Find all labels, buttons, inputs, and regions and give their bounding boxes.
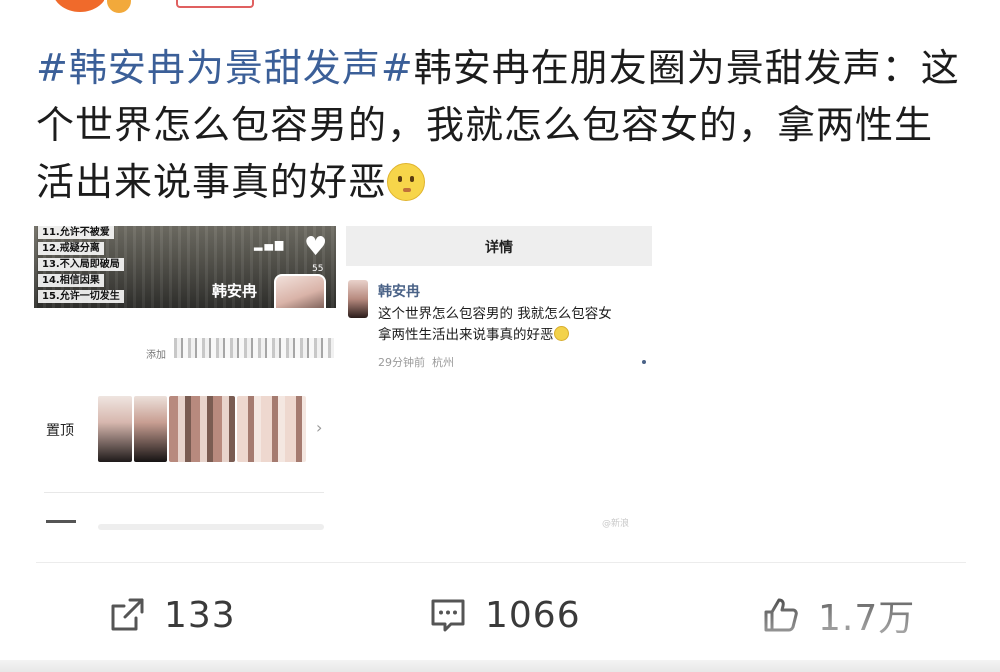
pinned-photos[interactable]: [98, 396, 307, 462]
moment-text: 这个世界怎么包容男的 我就怎么包容女 拿两性生活出来说事真的好恶: [378, 304, 652, 346]
rule-item: 11.允许不被爱: [38, 226, 114, 239]
avatar[interactable]: [52, 0, 108, 12]
moment-meta: 29分钟前 杭州: [378, 354, 454, 370]
rule-item: 13.不入局即破局: [38, 258, 124, 271]
more-icon[interactable]: [642, 360, 646, 364]
share-count: 133: [164, 594, 236, 636]
rule-item: 15.允许一切发生: [38, 290, 124, 303]
heart-icon[interactable]: ♥: [304, 234, 327, 260]
photo-thumbnail[interactable]: [133, 396, 168, 462]
cropped-row: [98, 524, 324, 530]
bottom-band: [0, 660, 1000, 672]
moment-location: 杭州: [432, 356, 454, 369]
video-cover: 11.允许不被爱 12.戒疑分离 13.不入局即破局 14.相信因果 15.允许…: [34, 226, 336, 308]
detail-header: 详情: [346, 226, 652, 266]
rules-list: 11.允许不被爱 12.戒疑分离 13.不入局即破局 14.相信因果 15.允许…: [38, 226, 124, 306]
post-text: #韩安冉为景甜发声#韩安冉在朋友圈为景甜发声：这个世界怎么包容男的，我就怎么包容…: [36, 40, 966, 211]
heart-count: 55: [312, 264, 324, 274]
photo-thumbnail[interactable]: [98, 396, 132, 462]
signal-wifi-icon: ▂▄▆: [254, 238, 286, 251]
divider: [36, 562, 966, 563]
watermark: @新浪: [602, 519, 630, 529]
verified-badge-icon: [104, 0, 134, 16]
pensive-face-emoji-icon: [387, 163, 426, 201]
post-meta-cropped: · · · · · · · ·: [268, 0, 402, 13]
profile-screenshot: 11.允许不被爱 12.戒疑分离 13.不入局即破局 14.相信因果 15.允许…: [34, 226, 336, 530]
comment-icon: [431, 599, 465, 632]
header-strip-cropped: · · · · · · · ·: [0, 0, 1000, 22]
poster-name[interactable]: 韩安冉: [378, 281, 420, 301]
comment-count: 1066: [485, 594, 581, 636]
chevron-right-icon[interactable]: ›: [316, 418, 322, 437]
add-friend-text: 添加: [146, 350, 166, 361]
avatar[interactable]: [348, 280, 368, 318]
share-button[interactable]: 133: [106, 590, 236, 640]
photo-grid-thumbnail[interactable]: [236, 396, 307, 462]
cropped-row-label: [46, 520, 76, 523]
pensive-face-emoji-icon: [553, 326, 569, 341]
pinned-label: 置顶: [46, 423, 74, 439]
profile-photo: [274, 274, 326, 308]
moment-time: 29分钟前: [378, 356, 425, 369]
rule-item: 12.戒疑分离: [38, 242, 104, 255]
profile-name: 韩安冉: [212, 282, 258, 300]
share-icon: [111, 598, 144, 631]
detail-title: 详情: [485, 240, 513, 256]
moment-text-body: 这个世界怎么包容男的 我就怎么包容女 拿两性生活出来说事真的好恶: [378, 306, 612, 343]
user-tag-badge: [176, 0, 254, 8]
rule-item: 14.相信因果: [38, 274, 104, 287]
divider: [44, 492, 324, 493]
hashtag-link[interactable]: #韩安冉为景甜发声#: [36, 46, 414, 90]
photo-grid-thumbnail[interactable]: [169, 396, 235, 462]
blurred-info: [174, 338, 334, 358]
moments-detail-screenshot: 详情 韩安冉 这个世界怎么包容男的 我就怎么包容女 拿两性生活出来说事真的好恶 …: [346, 226, 652, 530]
comment-button[interactable]: 1066: [427, 590, 581, 640]
